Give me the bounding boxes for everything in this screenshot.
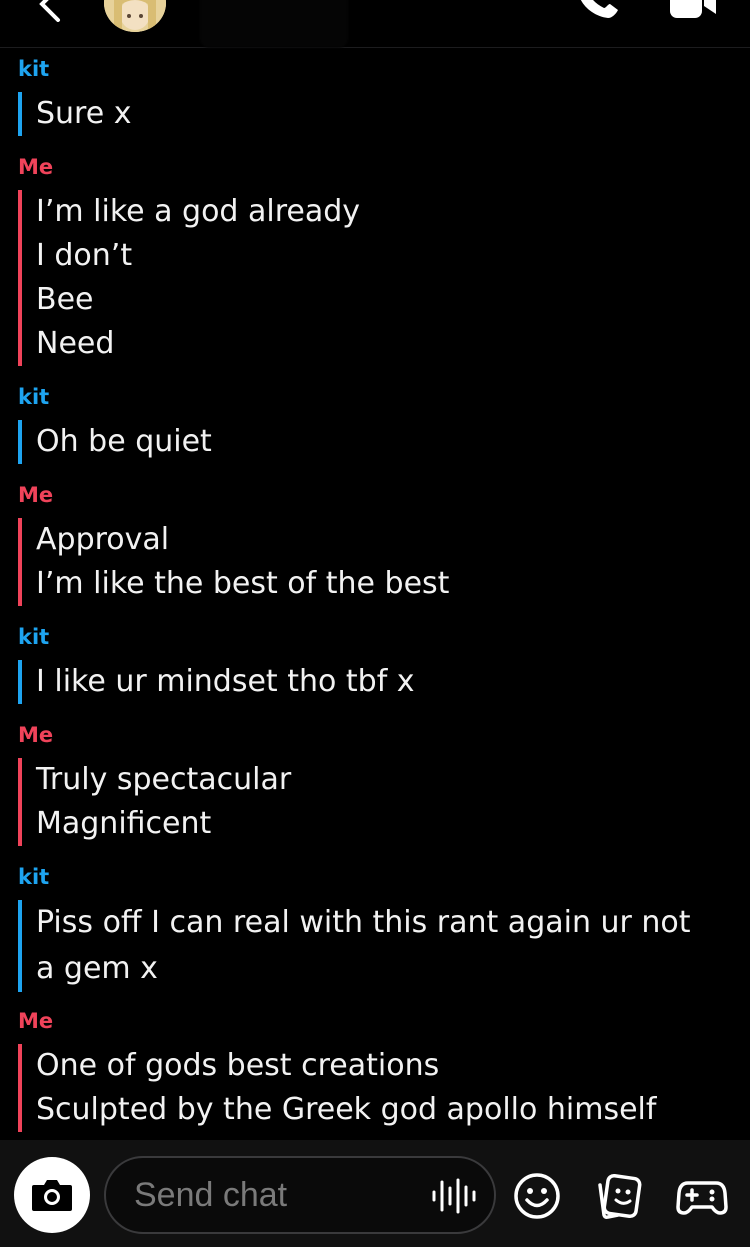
message-line[interactable]: Bee xyxy=(36,278,360,322)
message-group: Me Approval I’m like the best of the bes… xyxy=(18,480,449,606)
sender-label: kit xyxy=(18,57,50,81)
message-line[interactable]: Approval xyxy=(36,518,449,562)
message-lines: Piss off I can real with this rant again… xyxy=(18,900,716,992)
sender-label: Me xyxy=(18,723,54,747)
message-lines: I like ur mindset tho tbf x xyxy=(18,660,415,704)
message-line[interactable]: One of gods best creations xyxy=(36,1044,656,1088)
redacted-username xyxy=(200,0,348,48)
message-lines: I’m like a god already I don’t Bee Need xyxy=(18,190,360,366)
message-line[interactable]: I like ur mindset tho tbf x xyxy=(36,660,415,704)
message-line[interactable]: Magnificent xyxy=(36,802,291,846)
message-line[interactable]: I’m like a god already xyxy=(36,190,360,234)
message-line[interactable]: Oh be quiet xyxy=(36,420,212,464)
message-group: Me I’m like a god already I don’t Bee Ne… xyxy=(18,152,360,366)
message-group: kit Oh be quiet xyxy=(18,382,212,464)
message-group: Me One of gods best creations Sculpted b… xyxy=(18,1006,656,1132)
message-line[interactable]: Piss off I can real with this rant again… xyxy=(36,900,716,992)
camera-button[interactable] xyxy=(14,1157,90,1233)
sticker-icon[interactable] xyxy=(594,1171,644,1221)
chevron-left-icon[interactable] xyxy=(28,0,64,22)
sender-label: kit xyxy=(18,625,50,649)
sender-label: kit xyxy=(18,865,50,889)
chat-header xyxy=(0,0,750,48)
phone-icon[interactable] xyxy=(572,0,624,22)
sender-label: kit xyxy=(18,385,50,409)
avatar[interactable] xyxy=(104,0,166,32)
message-lines: Approval I’m like the best of the best xyxy=(18,518,449,606)
sender-label: Me xyxy=(18,1009,54,1033)
message-group: kit I like ur mindset tho tbf x xyxy=(18,622,415,704)
send-chat-input[interactable] xyxy=(134,1158,414,1232)
message-group: kit Piss off I can real with this rant a… xyxy=(18,862,716,992)
chat-input-pill[interactable] xyxy=(104,1156,496,1234)
message-group: Me Truly spectacular Magnificent xyxy=(18,720,291,846)
message-line[interactable]: I’m like the best of the best xyxy=(36,562,449,606)
sender-label: Me xyxy=(18,483,54,507)
message-lines: One of gods best creations Sculpted by t… xyxy=(18,1044,656,1132)
message-line[interactable]: Sculpted by the Greek god apollo himself xyxy=(36,1088,656,1132)
sender-label: Me xyxy=(18,155,54,179)
chat-composer xyxy=(0,1140,750,1247)
gamepad-icon[interactable] xyxy=(676,1173,728,1219)
message-lines: Truly spectacular Magnificent xyxy=(18,758,291,846)
chat-messages[interactable]: kit Sure x Me I’m like a god already I d… xyxy=(0,52,750,1136)
video-camera-icon[interactable] xyxy=(666,0,720,20)
voice-waveform-icon[interactable] xyxy=(428,1176,478,1216)
message-line[interactable]: Truly spectacular xyxy=(36,758,291,802)
camera-icon xyxy=(32,1180,72,1211)
message-lines: Sure x xyxy=(18,92,131,136)
message-group: kit Sure x xyxy=(18,54,131,136)
smiley-icon[interactable] xyxy=(512,1171,562,1221)
message-line[interactable]: Need xyxy=(36,322,360,366)
message-lines: Oh be quiet xyxy=(18,420,212,464)
message-line[interactable]: I don’t xyxy=(36,234,360,278)
message-line[interactable]: Sure x xyxy=(36,92,131,136)
